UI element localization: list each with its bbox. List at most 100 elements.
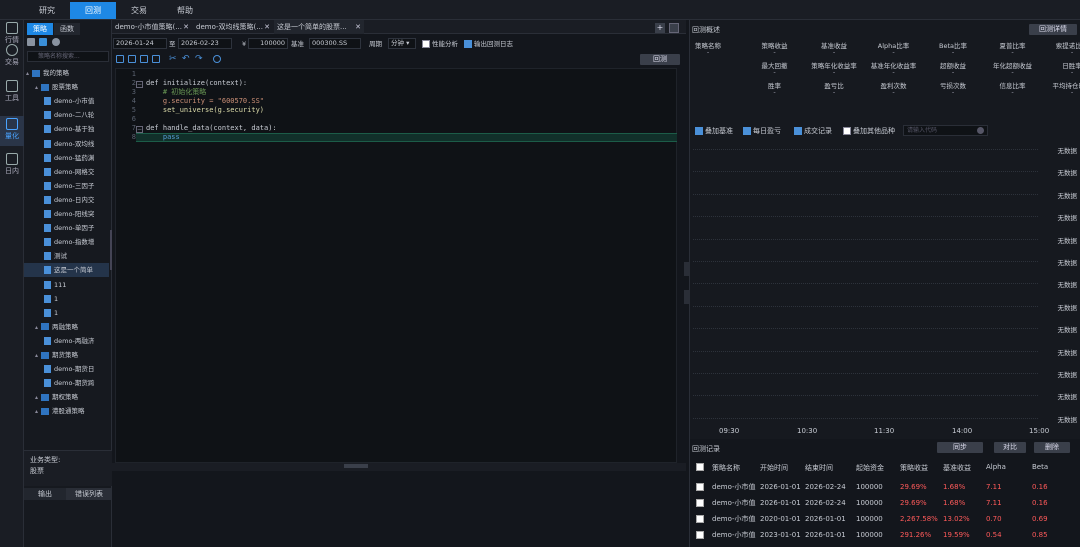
column-header[interactable]: 结束时间 [805, 463, 833, 473]
row-checkbox[interactable] [696, 483, 704, 491]
run-backtest-button[interactable]: 回测 [640, 54, 680, 65]
rail-intraday[interactable]: 日内 [0, 151, 24, 181]
benchmark-input[interactable]: 000300.SS [309, 38, 361, 49]
menu-help[interactable]: 帮助 [162, 2, 208, 19]
tree-file[interactable]: demo-指数增 [24, 235, 109, 249]
capital-input[interactable]: 100000 [248, 38, 288, 49]
rail-quant[interactable]: 量化 [0, 116, 24, 146]
tree-file[interactable]: demo-猛药渊 [24, 151, 109, 165]
close-icon[interactable]: ✕ [355, 20, 361, 34]
select-all-checkbox[interactable] [696, 463, 704, 471]
tree-folder[interactable]: ▴ 股票策略 [24, 80, 109, 94]
table-row[interactable]: demo-小市值 2026-01-01 2026-02-24 100000 29.69%… [690, 479, 1080, 495]
checkbox-icon[interactable] [422, 40, 430, 48]
compare-button[interactable]: 对比 [994, 442, 1026, 453]
rail-tools[interactable]: 工具 [0, 78, 24, 108]
tree-file[interactable]: demo-双均线 [24, 137, 109, 151]
checkbox-checked-icon[interactable] [743, 127, 751, 135]
checkbox-checked-icon[interactable] [794, 127, 802, 135]
column-header[interactable]: Alpha [986, 463, 1006, 471]
tree-file[interactable]: demo-三因子 [24, 179, 109, 193]
column-header[interactable]: Beta [1032, 463, 1048, 471]
tree-file[interactable]: 这是一个简单 [24, 263, 109, 278]
tree-file[interactable]: 1 [24, 306, 109, 320]
end-date-input[interactable]: 2026-02-23 [178, 38, 232, 49]
editor-tab-active[interactable]: 这是一个简单的股票... ✕ [274, 20, 364, 34]
period-select[interactable]: 分钟 ▾ [388, 38, 416, 49]
tree-folder[interactable]: ▴ 我的策略 [24, 66, 109, 80]
checkbox-icon[interactable] [843, 127, 851, 135]
tree-file[interactable]: demo-阳线突 [24, 207, 109, 221]
add-tab-icon[interactable]: + [655, 23, 665, 33]
tree-folder[interactable]: ▴ 期货策略 [24, 348, 109, 362]
tree-file[interactable]: demo-二八轮 [24, 108, 109, 122]
start-date-input[interactable]: 2026-01-24 [113, 38, 167, 49]
save-icon[interactable] [116, 55, 124, 63]
fold-icon[interactable]: − [136, 126, 143, 133]
fold-icon[interactable]: − [136, 81, 143, 88]
editor-tab[interactable]: demo-双均线策略(... ✕ [193, 20, 273, 34]
tree-file[interactable]: demo-日内交 [24, 193, 109, 207]
clear-icon[interactable] [977, 127, 984, 134]
tree-file[interactable]: demo-单因子 [24, 221, 109, 235]
close-icon[interactable]: ✕ [264, 20, 270, 34]
column-header[interactable]: 基准收益 [943, 463, 971, 473]
column-header[interactable]: 开始时间 [760, 463, 788, 473]
tree-file[interactable]: demo-期货日 [24, 362, 109, 376]
gear-icon[interactable] [213, 55, 221, 63]
output-log-checkbox[interactable]: 输出回测日志 [464, 39, 513, 49]
chart-option-checkbox[interactable]: 每日盈亏 [743, 126, 781, 136]
tree-file[interactable]: demo-两融济 [24, 334, 109, 348]
chart-option-checkbox[interactable]: 叠加其他品种 [843, 126, 895, 136]
subtab-strategy[interactable]: 策略 [27, 23, 53, 35]
tree-file[interactable]: demo-网格交 [24, 165, 109, 179]
tree-file[interactable]: demo-期货跨 [24, 376, 109, 390]
perf-analysis-checkbox[interactable]: 性能分析 [422, 39, 458, 49]
row-checkbox[interactable] [696, 515, 704, 523]
save-all-icon[interactable] [140, 55, 148, 63]
tree-file[interactable]: 测试 [24, 249, 109, 263]
tree-folder[interactable]: ▴ 期权策略 [24, 390, 109, 404]
tree-file[interactable]: 111 [24, 278, 109, 292]
menu-research[interactable]: 研究 [24, 2, 70, 19]
menu-trade[interactable]: 交易 [116, 2, 162, 19]
tree-scrollbar[interactable] [110, 230, 112, 270]
save-as-icon[interactable] [128, 55, 136, 63]
menu-backtest[interactable]: 回测 [70, 2, 116, 19]
rail-trade[interactable]: 交易 [0, 42, 24, 72]
sync-button[interactable]: 同步 [937, 442, 983, 453]
cut-icon[interactable]: ✂ [169, 55, 177, 64]
tree-file[interactable]: demo-小市值 [24, 94, 109, 108]
table-row[interactable]: demo-小市值 2026-01-01 2026-02-24 100000 29.69%… [690, 495, 1080, 511]
tree-folder[interactable]: ▴ 两融策略 [24, 320, 109, 334]
backtest-detail-button[interactable]: 回测详情 [1029, 24, 1077, 35]
splitter-handle[interactable] [344, 464, 368, 468]
chart-option-checkbox[interactable]: 成交记录 [794, 126, 832, 136]
table-row[interactable]: demo-小市值 2023-01-01 2026-01-01 100000 291.26… [690, 527, 1080, 543]
delete-button[interactable]: 删除 [1034, 442, 1070, 453]
subtab-function[interactable]: 函数 [54, 23, 80, 35]
column-header[interactable]: 策略名称 [712, 463, 740, 473]
strategy-search-input[interactable]: 策略名称搜索... [27, 51, 109, 62]
tab-error-list[interactable]: 错误列表 [66, 488, 112, 500]
close-icon[interactable]: ✕ [183, 20, 189, 34]
checkbox-checked-icon[interactable] [695, 127, 703, 135]
editor-splitter[interactable] [112, 463, 686, 471]
code-editor[interactable]: 12345678 def initialize(context): # 初始化策… [115, 68, 677, 463]
maximize-icon[interactable] [669, 23, 679, 33]
table-row[interactable]: demo-小市值 2020-01-01 2026-01-01 100000 2,267.… [690, 511, 1080, 527]
tree-file[interactable]: 1 [24, 292, 109, 306]
undo-icon[interactable]: ↶ [182, 55, 190, 64]
column-header[interactable]: 策略收益 [900, 463, 928, 473]
symbol-search-input[interactable]: 请输入代码 [903, 125, 988, 136]
chart-option-checkbox[interactable]: 叠加基准 [695, 126, 733, 136]
checkbox-checked-icon[interactable] [464, 40, 472, 48]
tab-output[interactable]: 输出 [24, 488, 66, 500]
redo-icon[interactable]: ↷ [195, 55, 203, 64]
tree-file[interactable]: demo-基于独 [24, 122, 109, 136]
refresh-icon[interactable] [52, 38, 60, 46]
tree-folder[interactable]: ▴ 港股通策略 [24, 404, 109, 418]
editor-tab[interactable]: demo-小市值策略(... ✕ [112, 20, 192, 34]
column-header[interactable]: 起始资金 [856, 463, 884, 473]
row-checkbox[interactable] [696, 531, 704, 539]
